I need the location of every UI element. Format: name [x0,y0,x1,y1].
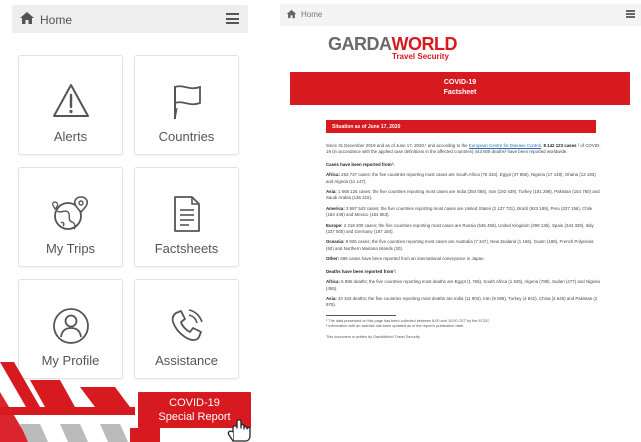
logo-part-2: WORLD [391,34,458,54]
logo-subtitle: Travel Security [392,52,449,61]
tile-countries[interactable]: Countries [134,55,239,155]
cases-america: America: 3 987 543 cases; the five count… [326,206,601,219]
region-label: Asia: [326,295,337,301]
doc-footer: This document is written by GardaWorld T… [326,334,421,339]
cases-other: Other: 696 cases have been reported from… [326,256,601,262]
banner-line-1: COVID-19 [443,79,477,86]
tile-label: My Trips [45,241,96,256]
document-icon [173,196,200,232]
region-label: Other: [326,256,340,262]
alert-icon [52,84,89,117]
region-label: Africa: [326,279,340,285]
app-top-bar: Home [12,5,248,33]
tile-alerts[interactable]: Alerts [18,55,123,155]
intro-cases: 8 142 123 cases [543,143,577,148]
factsheet-body: Since 31 December 2019 and as of June 17… [326,143,601,340]
factsheet-screen: Home GARDAWORLD Travel Security COVID-19… [280,0,641,442]
cases-oceania: Oceania: 8 826 cases; the five countries… [326,239,601,252]
region-text: 8 826 cases; the five countries reportin… [326,239,594,251]
intro-paragraph: Since 31 December 2019 and as of June 17… [326,143,601,156]
ecdc-link[interactable]: European Centre for Disease Control [469,143,541,148]
logo-part-1: GARDA [328,34,392,54]
cases-heading: Cases have been reported from¹: [326,161,395,167]
tile-label: Alerts [53,129,88,144]
home-label[interactable]: Home [40,13,72,27]
doc-top-bar: Home [280,4,641,26]
cta-line-1: COVID-19 [169,397,220,409]
pointer-hand-icon [227,419,251,442]
region-label: America: [326,205,345,211]
region-text: 253 737 cases; the five countries report… [326,172,596,184]
region-text: 3 987 543 cases; the five countries repo… [326,205,593,218]
tile-label: Countries [158,129,215,144]
globe-pin-icon [51,196,88,230]
deaths-heading: Deaths have been reported from¹: [326,268,397,274]
footnote-divider [326,314,396,316]
region-label: Asia: [326,189,337,195]
region-label: Oceania: [326,239,345,245]
cases-europe: Europe: 2 218 200 cases; the five countr… [326,223,601,236]
tile-my-trips[interactable]: My Trips [18,167,123,267]
profile-icon [52,308,89,344]
region-text: 2 218 200 cases; the five countries repo… [326,222,594,235]
region-text: 696 cases have been reported from an int… [339,256,485,262]
home-icon[interactable] [286,9,297,19]
region-label: Europe: [326,222,343,228]
situation-bar: Situation as of June 17, 2020 [326,120,596,133]
tile-factsheets[interactable]: Factsheets [134,167,239,267]
home-icon[interactable] [19,11,35,25]
phone-icon [171,309,203,341]
region-text: 1 668 125 cases; the five countries repo… [326,189,600,201]
menu-icon[interactable] [626,10,635,18]
intro-pre: Since 31 December 2019 and as of June 17… [326,143,469,148]
region-text: 6 996 deaths; the five countries reporti… [326,279,600,291]
home-label[interactable]: Home [301,10,322,19]
footnote-2: ² Information with an asterisk has been … [326,324,464,329]
region-text: 43 343 deaths; the five countries report… [326,295,598,308]
tile-label: Factsheets [154,241,219,256]
title-banner: COVID-19 Factsheet [290,72,630,105]
cases-africa: Africa: 253 737 cases; the five countrie… [326,172,601,185]
flag-icon [173,85,201,120]
deaths-africa: Africa: 6 996 deaths; the five countries… [326,279,601,292]
deaths-asia: Asia: 43 343 deaths; the five countries … [326,296,601,309]
banner-line-2: Factsheet [443,89,477,96]
menu-icon[interactable] [226,13,239,24]
region-label: Africa: [326,172,340,178]
mobile-app-home: Home Alerts Countries My Trips Factsheet… [0,0,255,442]
cases-asia: Asia: 1 668 125 cases; the five countrie… [326,189,601,202]
